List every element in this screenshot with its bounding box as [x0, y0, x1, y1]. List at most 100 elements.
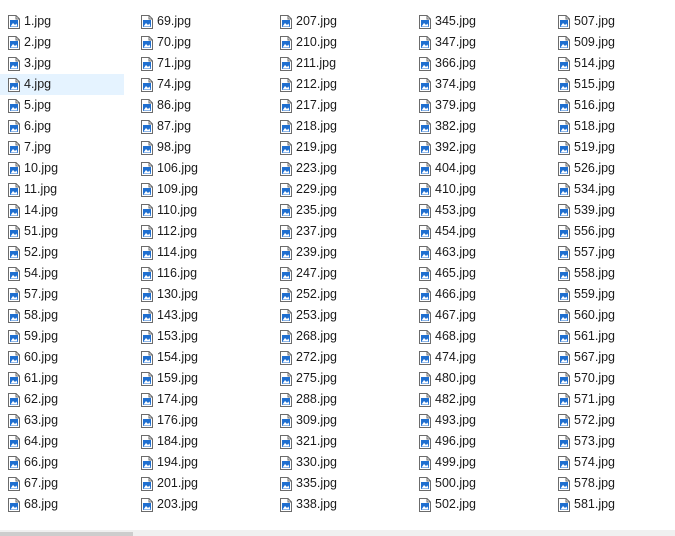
file-item[interactable]: 515.jpg — [550, 74, 675, 95]
file-item[interactable]: 366.jpg — [411, 53, 546, 74]
file-item[interactable]: 11.jpg — [0, 179, 124, 200]
file-list-view[interactable]: 1.jpg 2.jpg 3.jpg 4.jpg 5.jpg 6.jpg 7.jpg 10.jp… — [0, 0, 675, 530]
file-item[interactable]: 539.jpg — [550, 200, 675, 221]
file-item[interactable]: 559.jpg — [550, 284, 675, 305]
file-item[interactable]: 392.jpg — [411, 137, 546, 158]
file-item[interactable]: 514.jpg — [550, 53, 675, 74]
file-item[interactable]: 509.jpg — [550, 32, 675, 53]
file-item[interactable]: 574.jpg — [550, 452, 675, 473]
file-item[interactable]: 174.jpg — [133, 389, 268, 410]
file-item[interactable]: 309.jpg — [272, 410, 407, 431]
file-item[interactable]: 556.jpg — [550, 221, 675, 242]
file-item[interactable]: 63.jpg — [0, 410, 124, 431]
file-item[interactable]: 496.jpg — [411, 431, 546, 452]
file-item[interactable]: 210.jpg — [272, 32, 407, 53]
file-item[interactable]: 159.jpg — [133, 368, 268, 389]
file-item[interactable]: 453.jpg — [411, 200, 546, 221]
file-item[interactable]: 468.jpg — [411, 326, 546, 347]
file-item[interactable]: 288.jpg — [272, 389, 407, 410]
file-item[interactable]: 7.jpg — [0, 137, 124, 158]
file-item[interactable]: 74.jpg — [133, 74, 268, 95]
file-item[interactable]: 60.jpg — [0, 347, 124, 368]
file-item[interactable]: 4.jpg — [0, 74, 124, 95]
file-item[interactable]: 347.jpg — [411, 32, 546, 53]
file-item[interactable]: 561.jpg — [550, 326, 675, 347]
file-item[interactable]: 578.jpg — [550, 473, 675, 494]
file-item[interactable]: 345.jpg — [411, 11, 546, 32]
file-item[interactable]: 176.jpg — [133, 410, 268, 431]
file-item[interactable]: 218.jpg — [272, 116, 407, 137]
file-item[interactable]: 557.jpg — [550, 242, 675, 263]
file-item[interactable]: 3.jpg — [0, 53, 124, 74]
horizontal-scrollbar[interactable] — [0, 530, 675, 536]
file-item[interactable]: 239.jpg — [272, 242, 407, 263]
file-item[interactable]: 211.jpg — [272, 53, 407, 74]
file-item[interactable]: 570.jpg — [550, 368, 675, 389]
file-item[interactable]: 68.jpg — [0, 494, 124, 515]
file-item[interactable]: 64.jpg — [0, 431, 124, 452]
file-item[interactable]: 116.jpg — [133, 263, 268, 284]
file-item[interactable]: 558.jpg — [550, 263, 675, 284]
file-item[interactable]: 87.jpg — [133, 116, 268, 137]
file-item[interactable]: 581.jpg — [550, 494, 675, 515]
file-item[interactable]: 374.jpg — [411, 74, 546, 95]
file-item[interactable]: 106.jpg — [133, 158, 268, 179]
file-item[interactable]: 518.jpg — [550, 116, 675, 137]
file-item[interactable]: 534.jpg — [550, 179, 675, 200]
horizontal-scroll-thumb[interactable] — [0, 532, 133, 536]
file-item[interactable]: 321.jpg — [272, 431, 407, 452]
file-item[interactable]: 112.jpg — [133, 221, 268, 242]
file-item[interactable]: 572.jpg — [550, 410, 675, 431]
file-item[interactable]: 59.jpg — [0, 326, 124, 347]
file-item[interactable]: 235.jpg — [272, 200, 407, 221]
file-item[interactable]: 153.jpg — [133, 326, 268, 347]
file-item[interactable]: 207.jpg — [272, 11, 407, 32]
file-item[interactable]: 567.jpg — [550, 347, 675, 368]
file-item[interactable]: 493.jpg — [411, 410, 546, 431]
file-item[interactable]: 379.jpg — [411, 95, 546, 116]
file-item[interactable]: 519.jpg — [550, 137, 675, 158]
file-item[interactable]: 110.jpg — [133, 200, 268, 221]
file-item[interactable]: 203.jpg — [133, 494, 268, 515]
file-item[interactable]: 61.jpg — [0, 368, 124, 389]
file-item[interactable]: 237.jpg — [272, 221, 407, 242]
file-item[interactable]: 2.jpg — [0, 32, 124, 53]
file-item[interactable]: 143.jpg — [133, 305, 268, 326]
file-item[interactable]: 109.jpg — [133, 179, 268, 200]
file-item[interactable]: 5.jpg — [0, 95, 124, 116]
file-item[interactable]: 330.jpg — [272, 452, 407, 473]
file-item[interactable]: 10.jpg — [0, 158, 124, 179]
file-item[interactable]: 499.jpg — [411, 452, 546, 473]
file-item[interactable]: 62.jpg — [0, 389, 124, 410]
file-item[interactable]: 474.jpg — [411, 347, 546, 368]
file-item[interactable]: 69.jpg — [133, 11, 268, 32]
file-item[interactable]: 184.jpg — [133, 431, 268, 452]
file-item[interactable]: 154.jpg — [133, 347, 268, 368]
file-item[interactable]: 51.jpg — [0, 221, 124, 242]
file-item[interactable]: 463.jpg — [411, 242, 546, 263]
file-item[interactable]: 467.jpg — [411, 305, 546, 326]
file-item[interactable]: 217.jpg — [272, 95, 407, 116]
file-item[interactable]: 482.jpg — [411, 389, 546, 410]
file-item[interactable]: 272.jpg — [272, 347, 407, 368]
file-item[interactable]: 67.jpg — [0, 473, 124, 494]
file-item[interactable]: 573.jpg — [550, 431, 675, 452]
file-item[interactable]: 252.jpg — [272, 284, 407, 305]
file-item[interactable]: 194.jpg — [133, 452, 268, 473]
file-item[interactable]: 465.jpg — [411, 263, 546, 284]
file-item[interactable]: 338.jpg — [272, 494, 407, 515]
file-item[interactable]: 480.jpg — [411, 368, 546, 389]
file-item[interactable]: 404.jpg — [411, 158, 546, 179]
file-item[interactable]: 98.jpg — [133, 137, 268, 158]
file-item[interactable]: 229.jpg — [272, 179, 407, 200]
file-item[interactable]: 410.jpg — [411, 179, 546, 200]
file-item[interactable]: 1.jpg — [0, 11, 124, 32]
file-item[interactable]: 454.jpg — [411, 221, 546, 242]
file-item[interactable]: 14.jpg — [0, 200, 124, 221]
file-item[interactable]: 201.jpg — [133, 473, 268, 494]
file-item[interactable]: 6.jpg — [0, 116, 124, 137]
file-item[interactable]: 253.jpg — [272, 305, 407, 326]
file-item[interactable]: 54.jpg — [0, 263, 124, 284]
file-item[interactable]: 130.jpg — [133, 284, 268, 305]
file-item[interactable]: 247.jpg — [272, 263, 407, 284]
